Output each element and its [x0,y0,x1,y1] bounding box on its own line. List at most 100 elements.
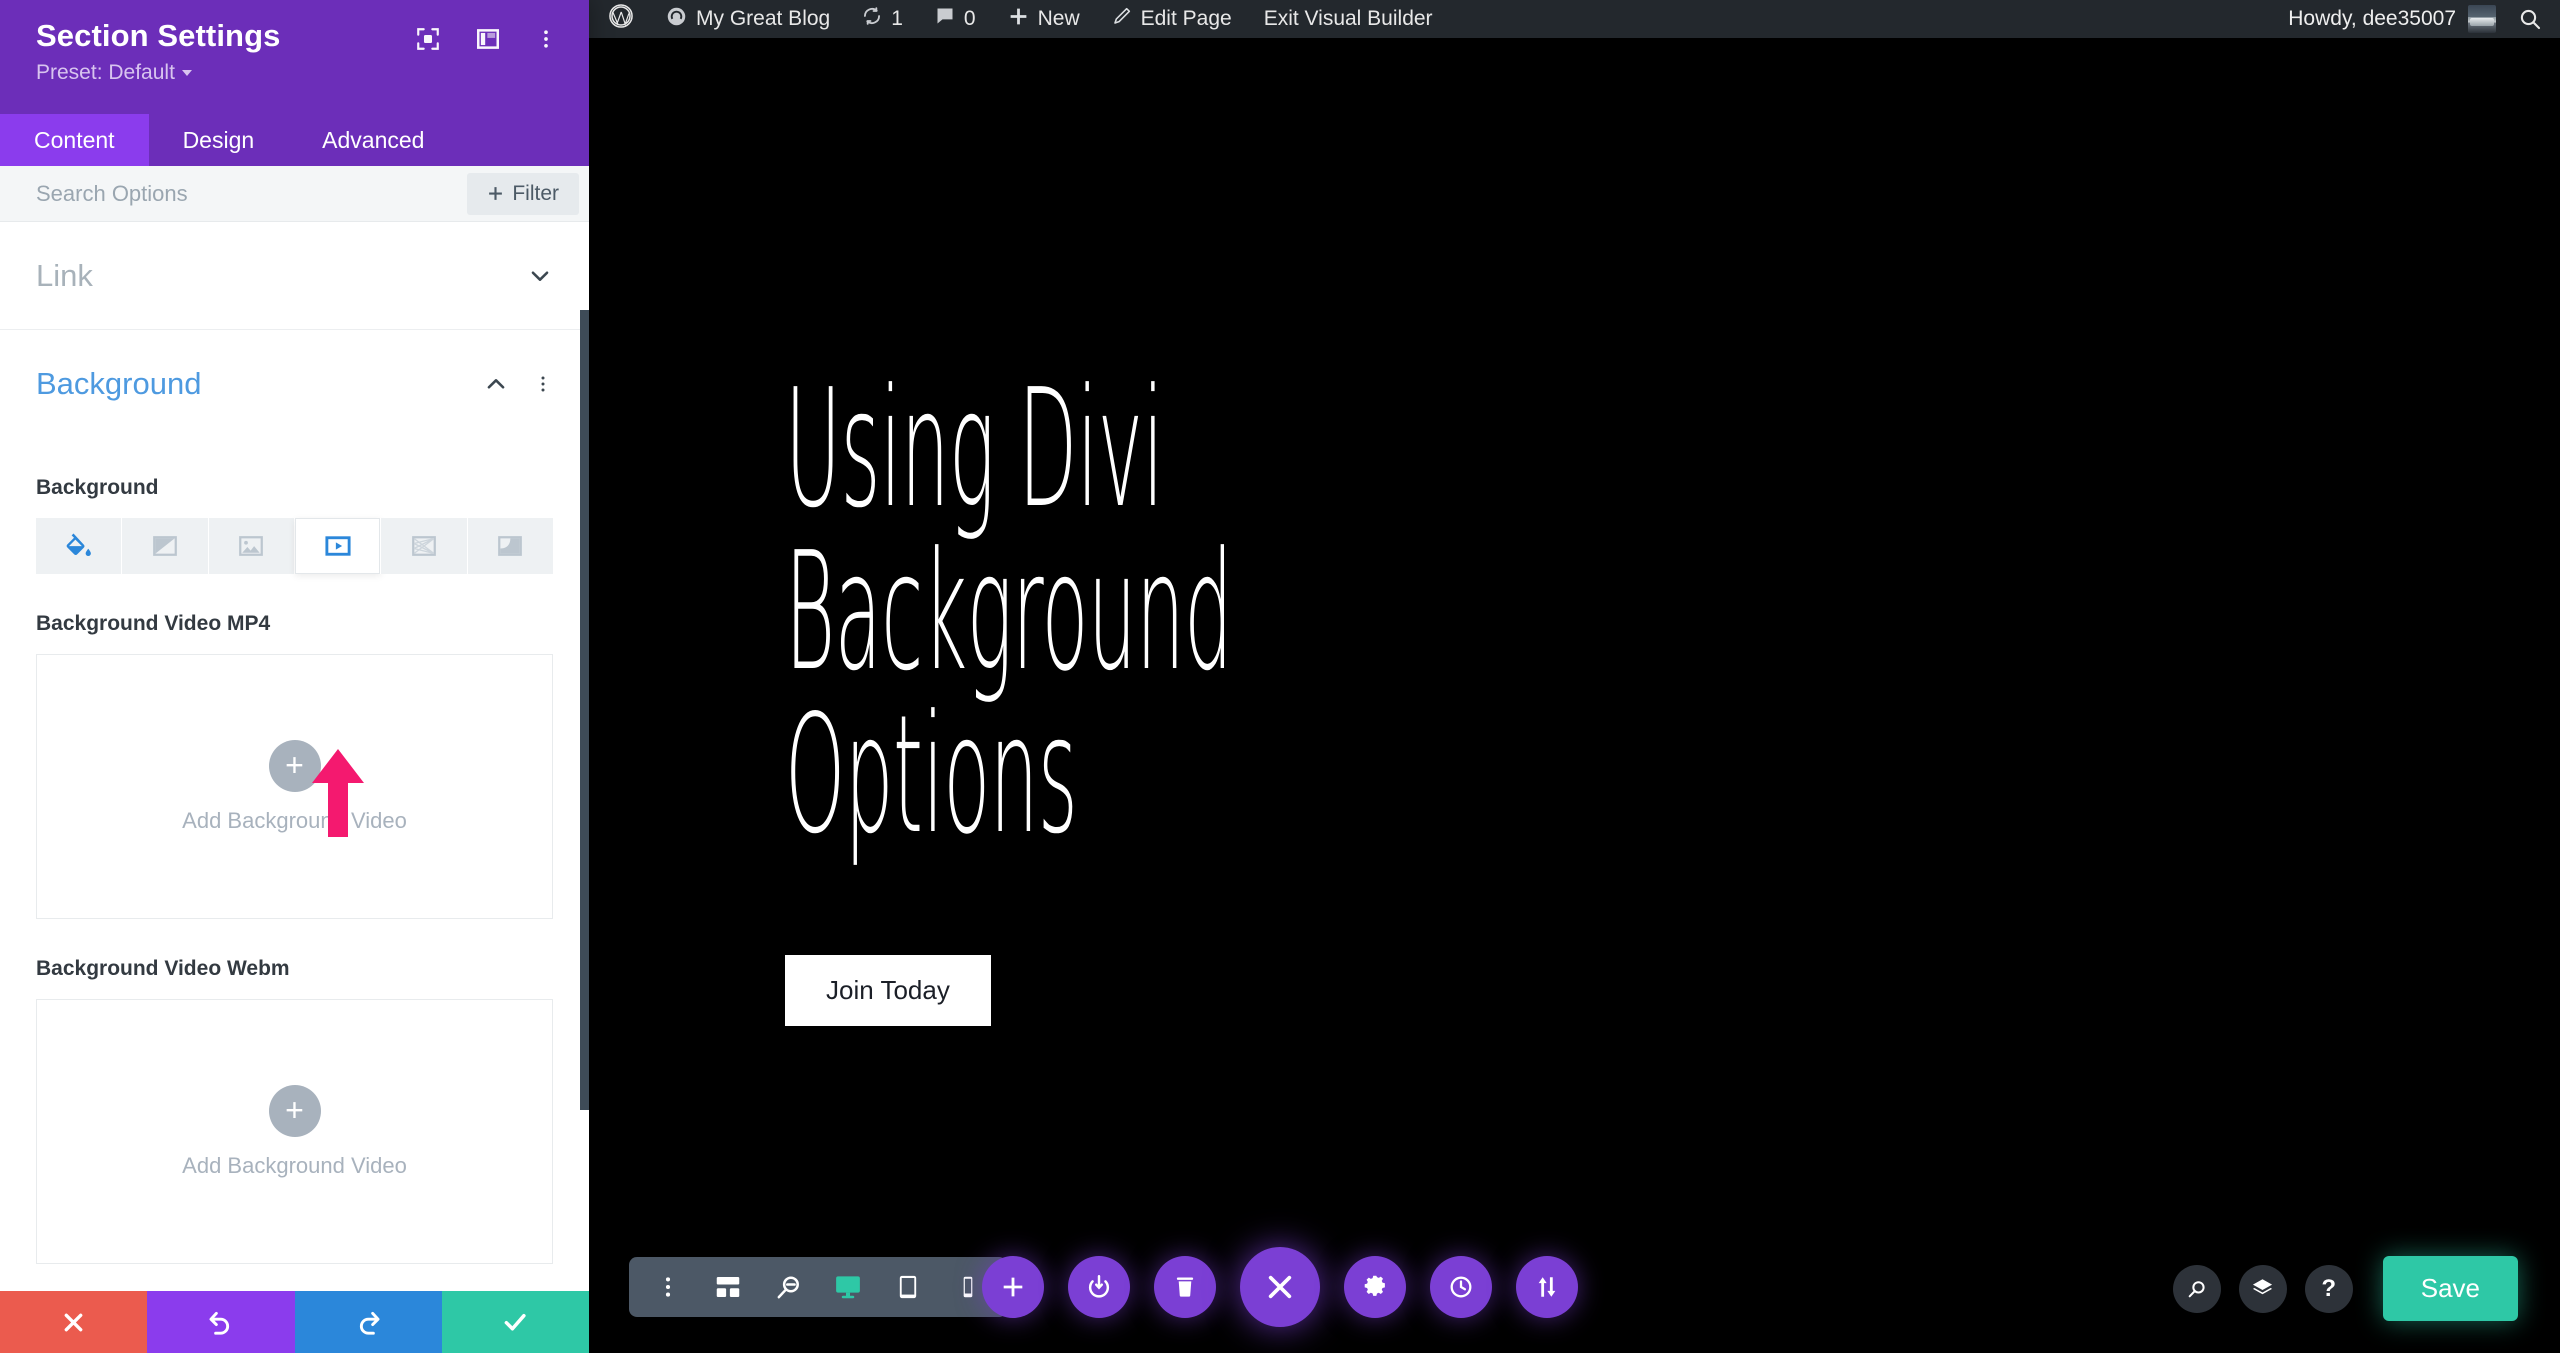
account-menu[interactable]: Howdy, dee35007 [2274,0,2510,38]
zoom-out-button[interactable] [759,1258,817,1316]
updates-count: 1 [891,7,903,30]
site-name-menu[interactable]: My Great Blog [650,0,846,38]
background-image-icon [239,536,264,556]
gear-icon [1364,1275,1385,1296]
wireframe-view-button[interactable] [699,1258,757,1316]
background-section: Background Background Video MP4 + Add Ba… [0,476,589,1291]
admin-search-button[interactable] [2510,0,2550,38]
portability-button[interactable] [1516,1256,1578,1318]
trash-icon [1176,1277,1194,1297]
help-button[interactable]: ? [2304,1264,2353,1313]
background-gradient-button[interactable] [122,518,209,574]
more-options-icon[interactable] [533,372,553,396]
background-mask-button[interactable] [467,518,553,574]
undo-icon [209,1311,229,1335]
close-icon [64,1313,83,1331]
save-button[interactable]: Save [2382,1256,2518,1321]
background-video-mp4-label: Background Video MP4 [36,612,271,635]
discard-changes-button[interactable] [0,1291,148,1353]
chevron-up-icon[interactable] [483,371,509,397]
panel-scrollbar[interactable] [580,222,589,1291]
background-video-webm-label: Background Video Webm [36,957,290,980]
site-name-label: My Great Blog [696,7,831,30]
wp-logo-menu[interactable] [592,0,650,38]
tab-design[interactable]: Design [149,114,289,166]
help-icon: ? [2321,1274,2337,1302]
background-video-mp4-upload[interactable]: + Add Background Video [36,654,553,919]
more-options-icon[interactable] [535,26,557,52]
plus-icon [489,187,503,200]
edit-page-menu[interactable]: Edit Page [1096,0,1248,38]
section-settings-panel: Section Settings Preset: Default Content… [0,0,589,1353]
focus-target-icon[interactable] [415,26,441,52]
background-video-webm-upload[interactable]: + Add Background Video [36,999,553,1264]
save-draft-button[interactable] [1068,1256,1130,1318]
undo-button[interactable] [147,1291,295,1353]
panel-footer [0,1291,589,1353]
tablet-view-button[interactable] [879,1258,937,1316]
accordion-link-label: Link [36,257,93,293]
redo-icon [360,1311,380,1335]
redo-button[interactable] [294,1291,442,1353]
builder-main-actions [982,1247,1578,1327]
updates-menu[interactable]: 1 [846,0,919,38]
desktop-view-button[interactable] [819,1258,877,1316]
panel-tabs: Content Design Advanced [0,114,589,166]
more-options-button[interactable] [639,1258,697,1316]
builder-right-actions: ? Save [2172,1256,2518,1321]
dashboard-icon [666,6,687,33]
accordion-background-label: Background [36,366,202,401]
editing-history-button[interactable] [1430,1256,1492,1318]
filter-button[interactable]: Filter [467,172,579,215]
phone-view-icon [963,1276,973,1298]
background-pattern-icon [412,536,436,556]
desktop-view-icon [836,1276,860,1299]
background-color-button[interactable] [36,518,123,574]
new-label: New [1037,7,1080,30]
pencil-icon [1112,6,1132,32]
save-changes-button[interactable] [441,1291,589,1353]
preset-selector[interactable]: Preset: Default [36,61,280,85]
layers-icon [2253,1279,2273,1295]
background-field-label: Background [36,476,159,499]
delete-button[interactable] [1154,1256,1216,1318]
highlight-arrow-icon [312,749,364,837]
panel-layout-icon[interactable] [475,26,501,52]
tab-advanced[interactable]: Advanced [288,114,458,166]
join-today-button[interactable]: Join Today [785,955,991,1026]
plus-icon [1003,1277,1023,1297]
panel-title: Section Settings [36,18,281,53]
background-pattern-button[interactable] [381,518,468,574]
chevron-down-icon [531,270,549,281]
panel-header: Section Settings Preset: Default [0,0,589,114]
page-title: Using Divi Background Options [785,368,1927,857]
accordion-link[interactable]: Link [0,222,589,330]
comments-menu[interactable]: 0 [919,0,992,38]
background-video-button[interactable] [294,518,382,574]
settings-button[interactable] [1344,1256,1406,1318]
wordpress-logo-icon [608,3,634,35]
tab-content[interactable]: Content [0,114,149,166]
search-icon [2520,9,2541,30]
accordion-background[interactable]: Background [0,330,589,438]
new-content-menu[interactable]: New [992,0,1096,38]
exit-visual-builder-menu[interactable]: Exit Visual Builder [1248,0,1449,38]
search-options-bar: Filter [0,166,589,222]
search-icon [2188,1280,2205,1297]
background-gradient-icon [153,536,177,556]
comments-count: 0 [963,7,976,30]
upload-placeholder: Add Background Video [182,1152,407,1178]
search-button[interactable] [2172,1264,2221,1313]
add-section-button[interactable] [982,1256,1044,1318]
close-menu-button[interactable] [1240,1247,1320,1327]
panel-body: Link Background Background Background Vi… [0,222,589,1291]
page-title-line-3: Options [785,681,1078,870]
search-input[interactable] [36,180,468,207]
layers-button[interactable] [2238,1264,2287,1313]
plus-icon: + [268,1084,321,1137]
updates-icon [862,6,882,32]
background-image-button[interactable] [208,518,295,574]
power-icon [1088,1275,1110,1298]
panel-scrollbar-thumb[interactable] [580,310,589,1110]
upload-placeholder: Add Background Video [182,807,407,833]
